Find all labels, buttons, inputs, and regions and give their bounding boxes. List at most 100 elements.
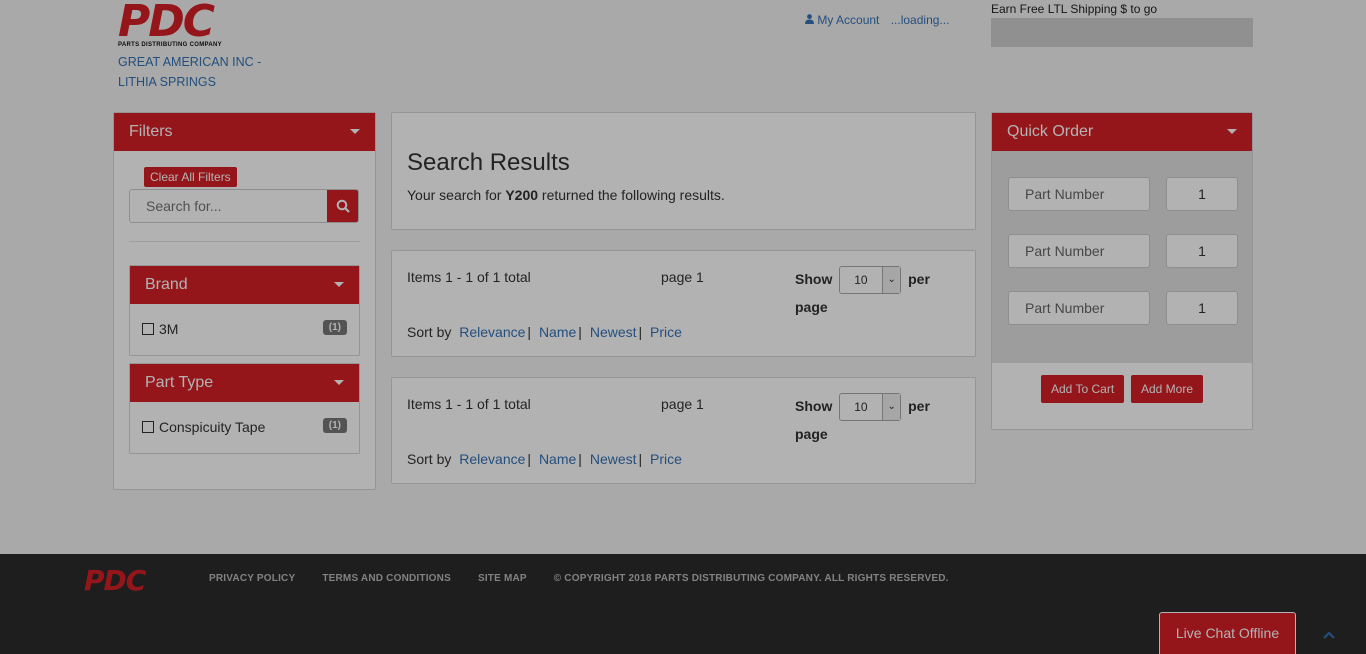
footer-logo[interactable]: PDC xyxy=(84,564,146,597)
facet-label: 3M xyxy=(159,321,179,337)
checkbox[interactable] xyxy=(142,323,154,335)
chevron-down-icon: ⌄ xyxy=(882,394,901,421)
sort-name[interactable]: Name xyxy=(539,324,576,340)
items-count: Items 1 - 1 of 1 total xyxy=(407,269,531,285)
sort-relevance[interactable]: Relevance xyxy=(459,451,525,467)
sort-options: Sort by Relevance | Name | Newest | Price xyxy=(407,451,682,467)
chevron-down-icon: ⌄ xyxy=(882,267,901,294)
caret-down-icon xyxy=(334,380,344,385)
per-page-control: Show 10 ⌄ per page xyxy=(795,266,945,320)
part-type-header[interactable]: Part Type xyxy=(130,364,359,402)
items-count: Items 1 - 1 of 1 total xyxy=(407,396,531,412)
brand-title: Brand xyxy=(145,276,188,293)
filters-panel: Filters Clear All Filters Brand 3M (1) P… xyxy=(113,112,376,490)
filter-divider xyxy=(129,241,360,242)
sort-price[interactable]: Price xyxy=(650,324,682,340)
search-icon xyxy=(336,199,350,213)
page-indicator: page 1 xyxy=(661,269,704,285)
chevron-up-icon[interactable] xyxy=(1322,628,1336,642)
show-label: Show xyxy=(795,271,833,287)
caret-down-icon xyxy=(1227,129,1237,134)
copyright-text: © COPYRIGHT 2018 PARTS DISTRIBUTING COMP… xyxy=(553,573,949,584)
sort-newest[interactable]: Newest xyxy=(590,451,637,467)
user-icon xyxy=(805,13,817,27)
quantity-input[interactable]: 1 xyxy=(1166,291,1238,325)
filter-search-input[interactable] xyxy=(130,190,327,222)
show-label: Show xyxy=(795,398,833,414)
checkbox[interactable] xyxy=(142,421,154,433)
brand-facet: Brand 3M (1) xyxy=(129,265,360,356)
part-number-input[interactable]: Part Number xyxy=(1008,291,1150,325)
privacy-policy-link[interactable]: PRIVACY POLICY xyxy=(209,573,295,584)
search-query: Y200 xyxy=(505,187,539,203)
sort-price[interactable]: Price xyxy=(650,451,682,467)
filters-header[interactable]: Filters xyxy=(114,113,375,151)
quantity-input[interactable]: 1 xyxy=(1166,234,1238,268)
results-desc-prefix: Your search for xyxy=(407,187,506,203)
pdc-logo[interactable]: PDC PARTS DISTRIBUTING COMPANY xyxy=(118,0,222,48)
add-more-button[interactable]: Add More xyxy=(1131,375,1204,403)
page-label: page xyxy=(795,426,828,443)
part-number-input[interactable]: Part Number xyxy=(1008,234,1150,268)
quick-order-form: Part Number 1 Part Number 1 Part Number … xyxy=(992,151,1252,363)
sort-newest[interactable]: Newest xyxy=(590,324,637,340)
free-shipping-text: Earn Free LTL Shipping $ to go xyxy=(991,2,1158,16)
company-name[interactable]: GREAT AMERICAN INC - LITHIA SPRINGS xyxy=(118,52,278,92)
part-type-facet: Part Type Conspicuity Tape (1) xyxy=(129,363,360,454)
quick-order-title: Quick Order xyxy=(1007,123,1094,140)
footer-links: PRIVACY POLICY TERMS AND CONDITIONS SITE… xyxy=(209,573,973,584)
sort-relevance[interactable]: Relevance xyxy=(459,324,525,340)
per-label: per xyxy=(908,271,930,287)
page-indicator: page 1 xyxy=(661,396,704,412)
caret-down-icon xyxy=(334,282,344,287)
page-label: page xyxy=(795,299,828,316)
site-map-link[interactable]: SITE MAP xyxy=(478,573,527,584)
facet-item-conspicuity-tape[interactable]: Conspicuity Tape (1) xyxy=(130,402,359,452)
sort-name[interactable]: Name xyxy=(539,451,576,467)
shipping-progress-bar xyxy=(991,18,1253,47)
per-page-control: Show 10 ⌄ per page xyxy=(795,393,945,447)
sort-options: Sort by Relevance | Name | Newest | Price xyxy=(407,324,682,340)
caret-down-icon xyxy=(350,129,360,134)
filters-title: Filters xyxy=(129,123,173,140)
part-number-input[interactable]: Part Number xyxy=(1008,177,1150,211)
brand-header[interactable]: Brand xyxy=(130,266,359,304)
account-area: My Account ...loading... xyxy=(805,13,949,27)
add-to-cart-button[interactable]: Add To Cart xyxy=(1041,375,1125,403)
my-account-link[interactable]: My Account xyxy=(817,13,879,27)
search-results-panel: Search Results Your search for Y200 retu… xyxy=(391,112,976,230)
sort-label: Sort by xyxy=(407,324,452,340)
results-description: Your search for Y200 returned the follow… xyxy=(407,187,725,203)
facet-label: Conspicuity Tape xyxy=(159,419,266,435)
facet-item-3m[interactable]: 3M (1) xyxy=(130,304,359,354)
pager-top: Items 1 - 1 of 1 total page 1 Show 10 ⌄ p… xyxy=(391,250,976,357)
per-page-value: 10 xyxy=(854,273,868,288)
company-line-2: LITHIA SPRINGS xyxy=(118,75,216,89)
quick-order-row: Part Number 1 xyxy=(1008,177,1238,211)
count-badge: (1) xyxy=(322,320,347,335)
quick-order-row: Part Number 1 xyxy=(1008,234,1238,268)
account-loading-text: ...loading... xyxy=(890,13,950,27)
sort-label: Sort by xyxy=(407,451,452,467)
live-chat-button[interactable]: Live Chat Offline xyxy=(1159,612,1296,654)
filter-search xyxy=(129,189,359,223)
terms-link[interactable]: TERMS AND CONDITIONS xyxy=(322,573,451,584)
quick-order-row: Part Number 1 xyxy=(1008,291,1238,325)
per-page-select[interactable]: 10 ⌄ xyxy=(839,393,902,422)
clear-all-filters-button[interactable]: Clear All Filters xyxy=(144,167,237,187)
part-type-title: Part Type xyxy=(145,374,214,391)
logo-text: PDC xyxy=(118,0,215,47)
page-title: Search Results xyxy=(407,149,570,176)
company-line-1: GREAT AMERICAN INC - xyxy=(118,55,262,69)
footer: PDC PRIVACY POLICY TERMS AND CONDITIONS … xyxy=(0,554,1366,654)
per-page-value: 10 xyxy=(854,400,868,415)
per-page-select[interactable]: 10 ⌄ xyxy=(839,266,902,295)
count-badge: (1) xyxy=(322,418,347,433)
pager-bottom: Items 1 - 1 of 1 total page 1 Show 10 ⌄ p… xyxy=(391,377,976,484)
quantity-input[interactable]: 1 xyxy=(1166,177,1238,211)
quick-order-header[interactable]: Quick Order xyxy=(992,113,1252,151)
search-button[interactable] xyxy=(327,190,358,222)
logo-subtitle: PARTS DISTRIBUTING COMPANY xyxy=(118,42,222,48)
per-label: per xyxy=(908,398,930,414)
quick-order-panel: Quick Order Part Number 1 Part Number 1 … xyxy=(991,112,1253,430)
